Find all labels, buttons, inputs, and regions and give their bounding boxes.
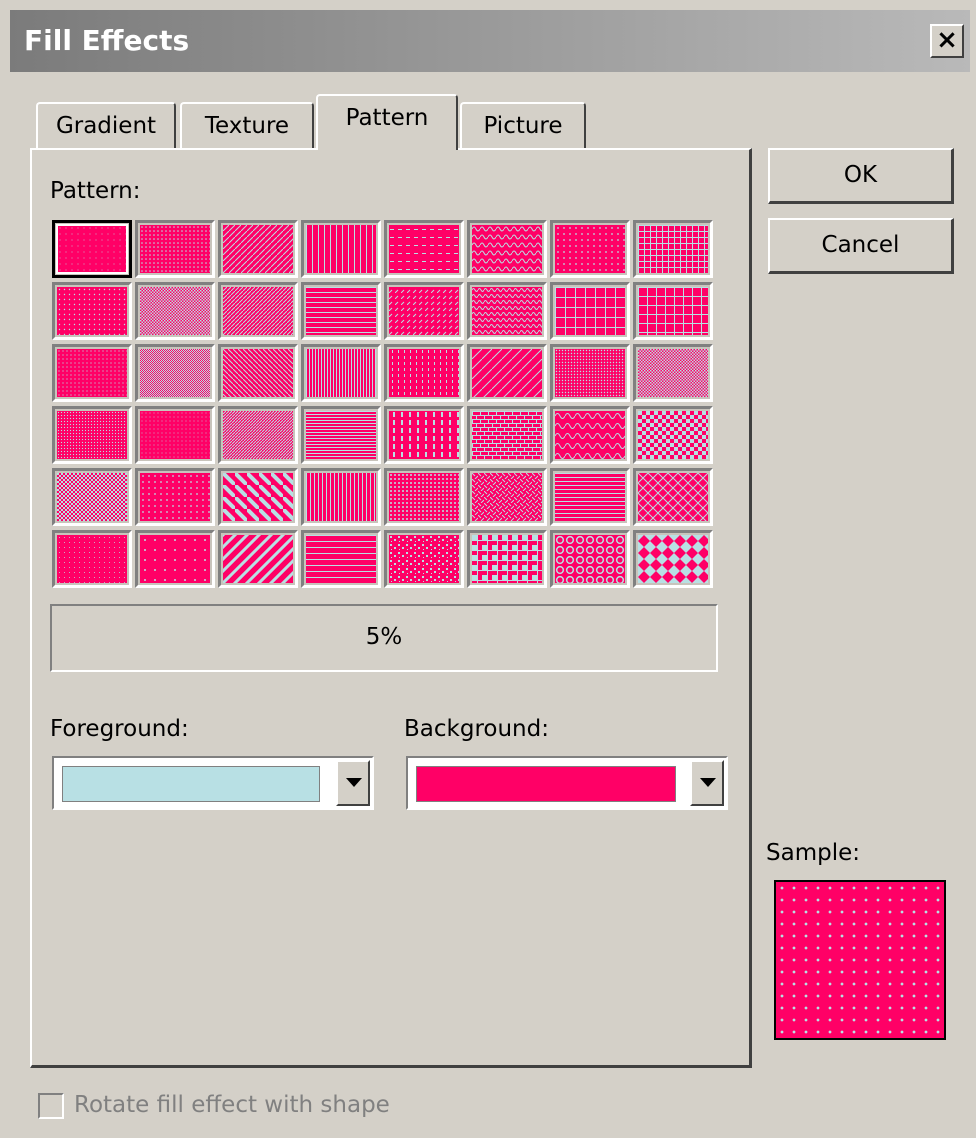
pattern-swatch[interactable] (550, 220, 630, 278)
pattern-swatch[interactable] (135, 468, 215, 526)
pattern-swatch[interactable] (135, 406, 215, 464)
background-color-swatch (416, 766, 676, 802)
pattern-swatch[interactable] (467, 468, 547, 526)
pattern-swatch[interactable] (218, 220, 298, 278)
close-button[interactable]: × (930, 24, 964, 58)
pattern-swatch[interactable] (135, 220, 215, 278)
pattern-swatch[interactable] (52, 468, 132, 526)
tab-gradient[interactable]: Gradient (36, 102, 176, 150)
pattern-swatch[interactable] (633, 530, 713, 588)
pattern-swatch[interactable] (218, 344, 298, 402)
ok-button[interactable]: OK (768, 148, 954, 204)
foreground-color-swatch (62, 766, 320, 802)
pattern-swatch[interactable] (550, 530, 630, 588)
pattern-label: Pattern: (50, 178, 141, 204)
pattern-swatch[interactable] (384, 530, 464, 588)
sample-label: Sample: (766, 840, 860, 866)
chevron-down-icon[interactable] (336, 760, 370, 806)
window-title: Fill Effects (24, 24, 190, 57)
title-bar: Fill Effects × (10, 10, 970, 72)
pattern-swatch[interactable] (550, 282, 630, 340)
pattern-swatch[interactable] (218, 468, 298, 526)
chevron-down-icon[interactable] (690, 760, 724, 806)
pattern-swatch[interactable] (135, 530, 215, 588)
rotate-fill-label: Rotate fill effect with shape (74, 1092, 390, 1118)
sample-preview (774, 880, 946, 1040)
tab-picture[interactable]: Picture (460, 102, 586, 150)
cancel-button[interactable]: Cancel (768, 218, 954, 274)
close-icon: × (936, 25, 958, 55)
pattern-swatch[interactable] (633, 344, 713, 402)
background-color-select[interactable] (406, 756, 728, 810)
tab-texture[interactable]: Texture (180, 102, 314, 150)
rotate-fill-checkbox[interactable] (38, 1092, 64, 1119)
pattern-grid (52, 220, 713, 588)
pattern-swatch[interactable] (384, 344, 464, 402)
pattern-swatch[interactable] (467, 220, 547, 278)
pattern-swatch[interactable] (467, 530, 547, 588)
pattern-swatch[interactable] (550, 344, 630, 402)
pattern-swatch[interactable] (467, 406, 547, 464)
background-label: Background: (404, 716, 549, 742)
pattern-swatch[interactable] (633, 282, 713, 340)
pattern-swatch[interactable] (384, 282, 464, 340)
pattern-swatch[interactable] (52, 220, 132, 278)
foreground-label: Foreground: (50, 716, 189, 742)
pattern-panel: Pattern: 5% Foreground: Background: (30, 148, 752, 1068)
pattern-swatch[interactable] (52, 530, 132, 588)
pattern-swatch[interactable] (384, 406, 464, 464)
pattern-swatch[interactable] (633, 220, 713, 278)
pattern-swatch[interactable] (301, 344, 381, 402)
pattern-swatch[interactable] (301, 406, 381, 464)
pattern-swatch[interactable] (218, 530, 298, 588)
pattern-swatch[interactable] (135, 344, 215, 402)
pattern-swatch[interactable] (301, 530, 381, 588)
foreground-color-select[interactable] (52, 756, 374, 810)
rotate-fill-option[interactable]: Rotate fill effect with shape (38, 1092, 390, 1119)
pattern-swatch[interactable] (467, 344, 547, 402)
pattern-swatch[interactable] (301, 282, 381, 340)
pattern-swatch[interactable] (550, 406, 630, 464)
pattern-swatch[interactable] (384, 468, 464, 526)
pattern-swatch[interactable] (135, 282, 215, 340)
pattern-swatch[interactable] (52, 406, 132, 464)
pattern-swatch[interactable] (301, 468, 381, 526)
fill-effects-dialog: Fill Effects × Gradient Texture Pattern … (0, 0, 976, 1138)
pattern-swatch[interactable] (218, 406, 298, 464)
pattern-swatch[interactable] (218, 282, 298, 340)
pattern-swatch[interactable] (550, 468, 630, 526)
pattern-swatch[interactable] (633, 468, 713, 526)
pattern-swatch[interactable] (52, 344, 132, 402)
pattern-swatch[interactable] (384, 220, 464, 278)
pattern-swatch[interactable] (301, 220, 381, 278)
pattern-swatch[interactable] (52, 282, 132, 340)
pattern-name-display: 5% (50, 604, 718, 672)
pattern-swatch[interactable] (633, 406, 713, 464)
pattern-swatch[interactable] (467, 282, 547, 340)
tab-pattern[interactable]: Pattern (316, 94, 458, 150)
